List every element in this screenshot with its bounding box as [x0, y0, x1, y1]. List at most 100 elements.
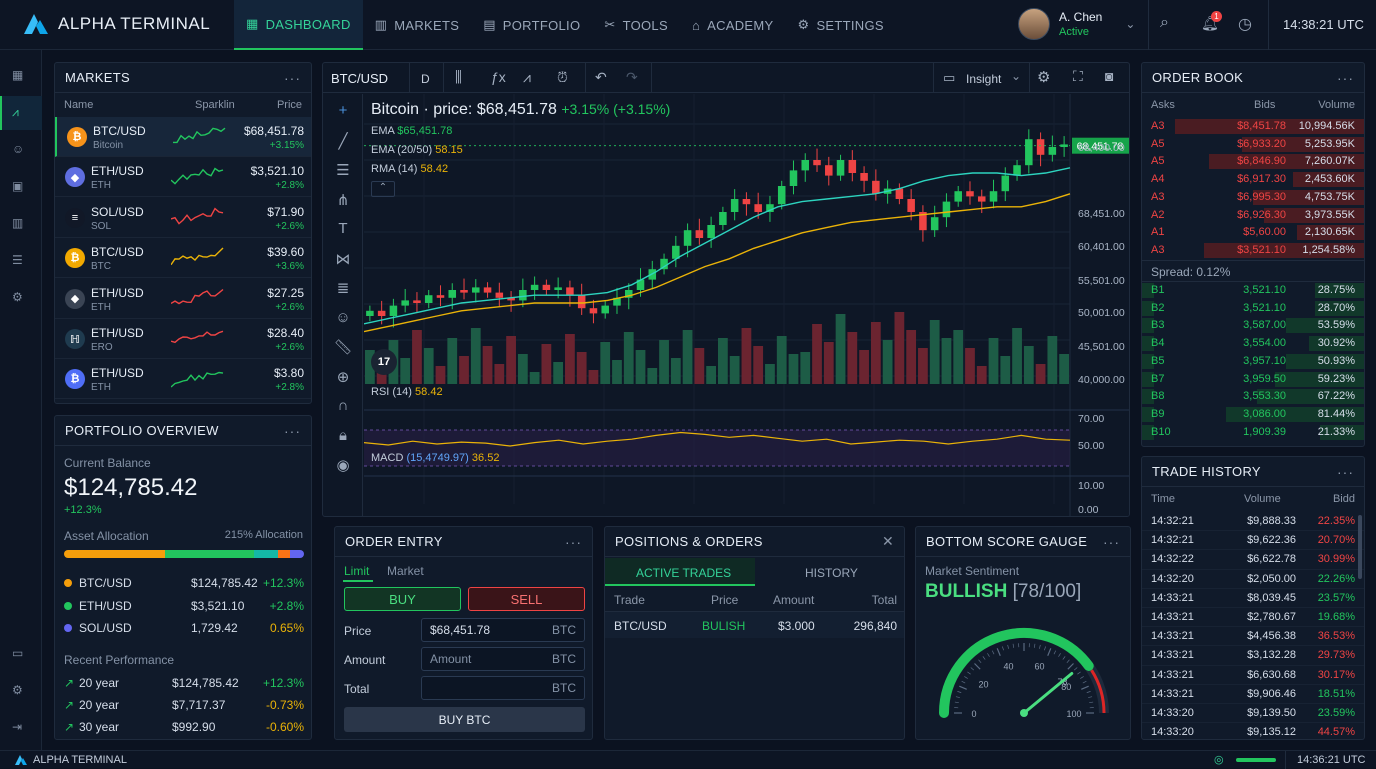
ask-row[interactable]: A4 $6,917.30 2,453.60K — [1142, 171, 1364, 189]
user-menu[interactable]: A. Chen Active ⌄ — [1018, 8, 1135, 40]
chart-symbol[interactable]: BTC/USD — [331, 71, 388, 86]
close-icon[interactable]: ✕ — [882, 533, 894, 550]
ask-row[interactable]: A5 $6,846.90 7,260.07K — [1142, 153, 1364, 171]
emoji-tool-icon[interactable]: ☺ — [333, 309, 353, 326]
more-icon[interactable]: ··· — [1337, 70, 1354, 86]
trade-row[interactable]: 14:33:21 $2,780.67 19.68% — [1142, 608, 1364, 627]
tab-limit[interactable]: Limit — [344, 564, 369, 578]
market-row[interactable]: ◆ ETH/USD ETH $3,521.10 +2.8% — [55, 157, 312, 197]
asset-row[interactable]: ETH/USD $3,521.10 +2.8% — [55, 597, 312, 617]
bid-row[interactable]: B8 3,553.30 67.22% — [1142, 388, 1364, 406]
magnet-tool-icon[interactable]: ∩ — [333, 397, 353, 414]
bid-row[interactable]: B7 3,959.50 59.23% — [1142, 371, 1364, 389]
eye-tool-icon[interactable]: ◉ — [333, 456, 353, 474]
ask-row[interactable]: A1 $5,60.00 2,130.65K — [1142, 224, 1364, 242]
ask-row[interactable]: A3 $8,451.78 10,994.56K — [1142, 118, 1364, 136]
ruler-tool-icon[interactable]: 📏︎ — [333, 338, 353, 356]
wallet-icon[interactable]: ▣ — [12, 179, 30, 197]
indicator-row[interactable]: EMA $65,451.78 — [371, 125, 463, 144]
more-icon[interactable]: ··· — [565, 534, 582, 550]
market-row[interactable]: ◆ ETH/USD ETH $27.25 +2.6% — [55, 279, 312, 319]
bid-row[interactable]: B9 3,086.00 81.44% — [1142, 406, 1364, 424]
market-row[interactable]: ℍ ETH/USD ERO $28.40 +2.6% — [55, 319, 312, 359]
sell-button[interactable]: SELL — [468, 587, 585, 611]
clock-icon[interactable]: ◷ — [1238, 14, 1252, 34]
nav-settings[interactable]: ⚙SETTINGS — [785, 0, 895, 50]
market-row[interactable]: ₿ ETH/USD ETH $3.80 +2.8% — [55, 359, 312, 399]
chat-icon[interactable]: ▭ — [12, 646, 30, 664]
redo-icon[interactable]: ↷ — [626, 69, 638, 86]
pattern-tool-icon[interactable]: ⋈ — [333, 250, 353, 268]
chart-icon[interactable]: ⩘ — [12, 105, 30, 123]
settings-icon[interactable]: ⚙ — [12, 290, 30, 308]
camera-icon[interactable]: ◙ — [1105, 68, 1113, 84]
analytics-icon[interactable]: ▥ — [12, 216, 30, 234]
more-icon[interactable]: ··· — [284, 70, 301, 86]
more-icon[interactable]: ··· — [284, 423, 301, 439]
trade-row[interactable]: 14:33:20 $9,139.50 23.59% — [1142, 704, 1364, 723]
interval-button[interactable]: D — [421, 72, 430, 86]
nav-markets[interactable]: ▥MARKETS — [363, 0, 472, 50]
trade-row[interactable]: 14:33:20 $9,135.12 44.57% — [1142, 723, 1364, 740]
list-icon[interactable]: ☰ — [12, 253, 30, 271]
more-icon[interactable]: ··· — [1337, 464, 1354, 480]
crosshair-tool-icon[interactable]: + — [333, 102, 353, 119]
collapse-indicators-button[interactable]: ⌃ — [371, 181, 395, 197]
asset-row[interactable]: SOL/USD 1,729.42 0.65% — [55, 619, 312, 639]
trade-row[interactable]: 14:32:20 $2,050.00 22.26% — [1142, 570, 1364, 589]
ask-row[interactable]: A2 $6,926.30 3,973.55K — [1142, 207, 1364, 225]
ask-row[interactable]: A3 $6,995.30 4,753.75K — [1142, 189, 1364, 207]
tab-active-trades[interactable]: ACTIVE TRADES — [636, 566, 731, 580]
more-icon[interactable]: ··· — [1103, 534, 1120, 550]
total-input[interactable]: BTC — [421, 676, 585, 700]
logout-icon[interactable]: ⇥ — [12, 720, 30, 738]
fib-tool-icon[interactable]: ≣ — [333, 279, 353, 297]
buy-btc-button[interactable]: BUY BTC — [344, 707, 585, 732]
candle-type-icon[interactable]: ⫼ — [455, 69, 462, 86]
compare-icon[interactable]: ⩘ — [523, 69, 531, 86]
indicator-row[interactable]: EMA (20/50) 58.15 — [371, 144, 463, 163]
bid-row[interactable]: B10 1,909.39 21.33% — [1142, 424, 1364, 442]
table-row[interactable]: BTC/USD BULISH $3.000 296,840 — [605, 612, 905, 638]
bid-row[interactable]: B2 3,521.10 28.70% — [1142, 300, 1364, 318]
market-row[interactable]: ₿ BTC/USD BTC $39.60 +3.6% — [55, 238, 312, 278]
bid-row[interactable]: B3 3,587.00 53.59% — [1142, 317, 1364, 335]
insight-dropdown[interactable]: Insight — [966, 72, 1001, 86]
nav-portfolio[interactable]: ▤PORTFOLIO — [471, 0, 592, 50]
performance-row[interactable]: ↗ 30 year $992.90 -0.60% — [55, 718, 312, 738]
bid-row[interactable]: B5 3,957.10 50.93% — [1142, 353, 1364, 371]
tab-history[interactable]: HISTORY — [805, 566, 858, 580]
search-icon[interactable]: ⌕ — [1160, 14, 1169, 32]
nav-academy[interactable]: ⌂ACADEMY — [680, 0, 786, 50]
alert-clock-icon[interactable]: ⏰︎ — [557, 69, 568, 86]
amount-input[interactable]: AmountBTC — [421, 647, 585, 671]
user-icon[interactable]: ☺ — [12, 142, 30, 160]
ask-row[interactable]: A3 $3,521.10 1,254.58% — [1142, 242, 1364, 260]
pitchfork-tool-icon[interactable]: ⋔ — [333, 191, 353, 209]
bid-row[interactable]: B4 3,554.00 30.92% — [1142, 335, 1364, 353]
indicator-row[interactable]: RMA (14) 58.42 — [371, 163, 463, 182]
horizontal-lines-tool-icon[interactable]: ☰ — [333, 161, 353, 179]
trade-row[interactable]: 14:32:22 $6,622.78 30.99% — [1142, 550, 1364, 569]
indicator-fx-icon[interactable]: ƒx — [491, 69, 506, 85]
tab-market[interactable]: Market — [387, 564, 424, 578]
lock-tool-icon[interactable]: 🔒︎ — [333, 427, 353, 444]
scrollbar[interactable] — [1358, 515, 1362, 579]
trade-row[interactable]: 14:33:21 $3,132.28 29.73% — [1142, 646, 1364, 665]
performance-row[interactable]: ↗ 20 year $124,785.42 +12.3% — [55, 674, 312, 694]
trade-row[interactable]: 14:33:21 $6,630.68 30.17% — [1142, 666, 1364, 685]
ask-row[interactable]: A5 $6,933.20 5,253.95K — [1142, 136, 1364, 154]
text-tool-icon[interactable]: T — [333, 220, 353, 237]
nav-dashboard[interactable]: ▦DASHBOARD — [234, 0, 363, 50]
fullscreen-icon[interactable]: ⛶ — [1073, 68, 1083, 85]
trade-row[interactable]: 14:33:21 $4,456.38 36.53% — [1142, 627, 1364, 646]
nav-tools[interactable]: ✂TOOLS — [592, 0, 680, 50]
trade-row[interactable]: 14:33:21 $9,906.46 18.51% — [1142, 685, 1364, 704]
market-row[interactable]: ₿ BTC/USD Bitcoin $68,451.78 +3.15% — [55, 117, 312, 157]
trade-row[interactable]: 14:32:21 $9,622.36 20.70% — [1142, 531, 1364, 550]
undo-icon[interactable]: ↶ — [595, 69, 607, 86]
gear-icon[interactable]: ⚙ — [12, 683, 30, 701]
price-input[interactable]: $68,451.78BTC — [421, 618, 585, 642]
market-row[interactable]: ≡ SOL/USD SOL $71.90 +2.6% — [55, 198, 312, 238]
zoom-tool-icon[interactable]: ⊕ — [333, 368, 353, 386]
